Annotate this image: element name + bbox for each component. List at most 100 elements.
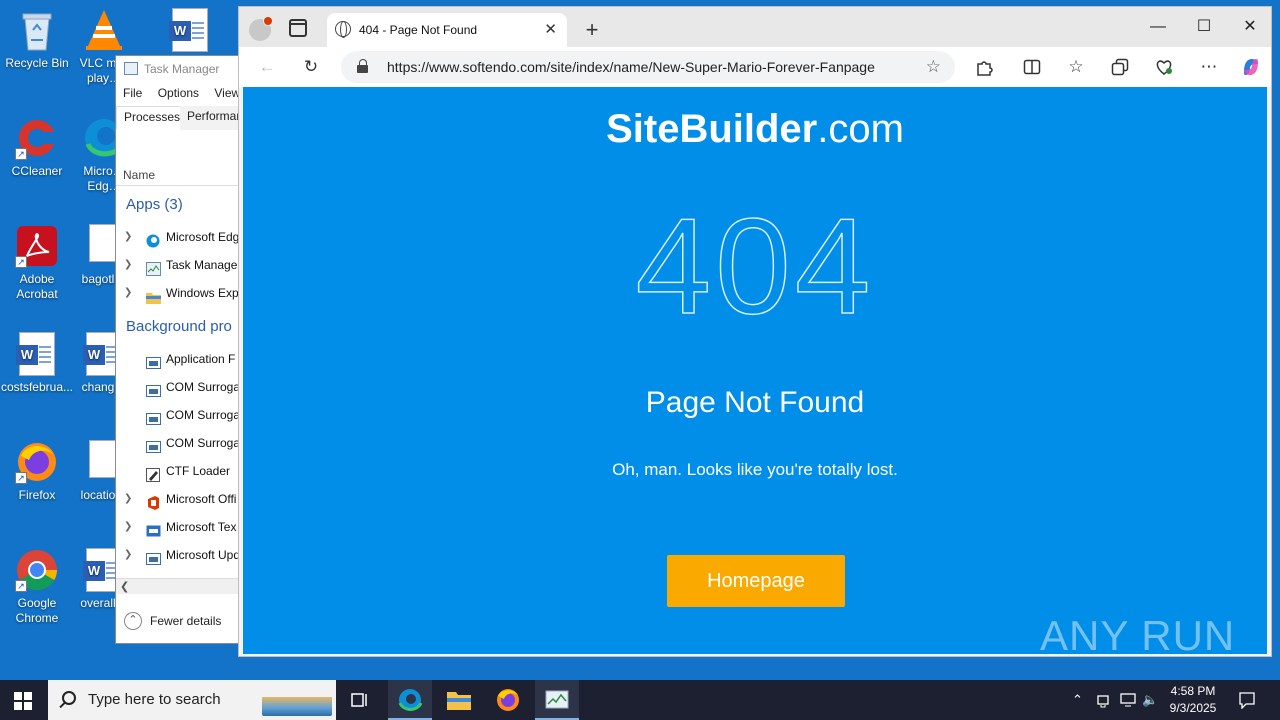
- desktop-icon-adobe-acrobat[interactable]: ↗ Adobe Acrobat: [0, 224, 74, 302]
- chevron-right-icon[interactable]: ❯: [124, 223, 132, 251]
- taskbar: Type here to search ⌃ 🔈 4:58 PM 9/3/2025: [0, 680, 1280, 720]
- process-row[interactable]: ❯ Microsoft Upd: [116, 541, 240, 569]
- process-name: Microsoft Upd: [166, 548, 240, 562]
- process-name: CTF Loader: [166, 464, 231, 478]
- edge-icon: [146, 230, 161, 248]
- desktop-icon-costsfebrua[interactable]: W costsfebrua...: [0, 332, 74, 395]
- desktop-icon-firefox[interactable]: ↗ Firefox: [0, 440, 74, 503]
- tab-performance[interactable]: Performan: [180, 106, 239, 130]
- search-placeholder: Type here to search: [88, 691, 221, 708]
- shortcut-arrow-icon: ↗: [15, 256, 27, 268]
- copilot-icon[interactable]: [1239, 55, 1263, 79]
- chevron-right-icon[interactable]: ❯: [124, 251, 132, 279]
- office-icon: [146, 492, 161, 510]
- process-row[interactable]: COM Surroga: [116, 429, 240, 457]
- url-text[interactable]: https://www.softendo.com/site/index/name…: [387, 51, 875, 83]
- desktop-icon-label: Adobe Acrobat: [16, 272, 58, 301]
- process-row[interactable]: ❯ Microsoft Tex: [116, 513, 239, 541]
- taskbar-search-box[interactable]: Type here to search: [48, 680, 336, 720]
- minimize-button[interactable]: —: [1135, 7, 1181, 47]
- network-tray-icon[interactable]: [1096, 680, 1112, 720]
- process-row[interactable]: Application F: [116, 345, 239, 373]
- favorite-star-icon[interactable]: ☆: [926, 51, 941, 83]
- menu-view[interactable]: View: [214, 86, 239, 100]
- firefox-icon: ↗: [15, 440, 59, 484]
- volume-icon[interactable]: 🔈: [1142, 680, 1158, 720]
- homepage-button[interactable]: Homepage: [667, 555, 845, 607]
- process-row[interactable]: COM Surroga: [116, 401, 240, 429]
- back-icon[interactable]: ←: [255, 55, 279, 79]
- tab-actions-icon[interactable]: [289, 19, 307, 37]
- taskbar-edge-icon[interactable]: [388, 680, 432, 720]
- scroll-left-icon[interactable]: ❮: [120, 579, 129, 595]
- error-message: Oh, man. Looks like you're totally lost.: [612, 460, 898, 479]
- process-name: Application F: [166, 352, 236, 366]
- task-manager-titlebar[interactable]: Task Manager: [116, 56, 239, 82]
- windows-start-icon[interactable]: [14, 692, 32, 710]
- display-tray-icon[interactable]: [1120, 680, 1136, 720]
- favorites-icon[interactable]: ☆: [1064, 55, 1088, 79]
- notifications-icon[interactable]: [1238, 680, 1256, 720]
- pen-edit-icon: [146, 464, 161, 482]
- clock-date: 9/3/2025: [1169, 701, 1217, 715]
- chevron-right-icon[interactable]: ❯: [124, 541, 132, 569]
- process-row[interactable]: ❯ Task Manager: [116, 251, 239, 279]
- task-manager-title: Task Manager: [144, 62, 220, 76]
- maximize-button[interactable]: ☐: [1181, 7, 1227, 47]
- chevron-right-icon[interactable]: ❯: [124, 279, 132, 307]
- brand-domain: .com: [817, 107, 904, 151]
- tab-processes[interactable]: Processes: [116, 106, 189, 130]
- taskbar-file-explorer-icon[interactable]: [437, 680, 481, 720]
- process-name: COM Surroga: [166, 408, 240, 422]
- refresh-icon[interactable]: ↻: [299, 55, 323, 79]
- extensions-icon[interactable]: [972, 55, 996, 79]
- profile-avatar-icon[interactable]: [249, 16, 273, 41]
- browser-window: 404 - Page Not Found ✕ + — ☐ ✕ ← ↻ https…: [238, 6, 1272, 657]
- chevron-right-icon[interactable]: ❯: [124, 485, 132, 513]
- process-row[interactable]: COM Surroga: [116, 373, 239, 401]
- process-row[interactable]: CTF Loader: [116, 457, 239, 485]
- tab-title: 404 - Page Not Found: [359, 23, 478, 37]
- address-bar[interactable]: https://www.softendo.com/site/index/name…: [341, 51, 955, 83]
- desktop-icon-label: Recycle Bin: [5, 56, 69, 70]
- taskbar-clock[interactable]: 4:58 PM 9/3/2025: [1160, 683, 1226, 717]
- close-window-button[interactable]: ✕: [1227, 7, 1273, 47]
- split-screen-icon[interactable]: [1020, 55, 1044, 79]
- process-name: Microsoft Edg: [166, 230, 240, 244]
- taskbar-task-manager-icon[interactable]: [535, 680, 579, 720]
- lock-icon[interactable]: [357, 59, 369, 73]
- process-row[interactable]: ❯ Windows Exp: [116, 279, 239, 307]
- menu-file[interactable]: File: [123, 86, 142, 100]
- column-header-name[interactable]: Name: [116, 164, 239, 186]
- folder-icon: [146, 286, 161, 304]
- desktop-icon-google-chrome[interactable]: ↗ Google Chrome: [0, 548, 74, 626]
- new-tab-button[interactable]: +: [577, 13, 607, 47]
- process-row[interactable]: ❯ Microsoft Offi: [116, 485, 239, 513]
- chevron-right-icon[interactable]: ❯: [124, 513, 132, 541]
- desktop-icon-label: Google Chrome: [15, 596, 59, 625]
- fewer-details-label: Fewer details: [150, 614, 222, 628]
- collections-icon[interactable]: [1108, 55, 1132, 79]
- close-tab-icon[interactable]: ✕: [544, 13, 557, 47]
- menu-options[interactable]: Options: [158, 86, 199, 100]
- taskbar-firefox-icon[interactable]: [486, 680, 530, 720]
- process-row[interactable]: ❯ Microsoft Edg: [116, 223, 240, 251]
- desktop-icon-ccleaner[interactable]: ↗ CCleaner: [0, 116, 74, 179]
- app-window-icon: [146, 380, 161, 397]
- site-logo[interactable]: SiteBuilder.com: [243, 107, 1267, 151]
- tab-strip: 404 - Page Not Found ✕ + — ☐ ✕: [239, 7, 1271, 47]
- horizontal-scrollbar[interactable]: ❮: [116, 578, 239, 595]
- acrobat-icon: ↗: [15, 224, 59, 268]
- task-view-icon[interactable]: [338, 680, 382, 720]
- browser-tab[interactable]: 404 - Page Not Found ✕: [327, 13, 567, 47]
- show-hidden-icons-chevron-up-icon[interactable]: ⌃: [1072, 680, 1083, 720]
- browser-essentials-icon[interactable]: [1152, 55, 1176, 79]
- desktop-icon-word-doc-top[interactable]: W: [160, 8, 220, 56]
- more-options-icon[interactable]: ⋯: [1197, 55, 1221, 79]
- desktop-icon-recycle-bin[interactable]: Recycle Bin: [0, 8, 74, 71]
- app-window-icon: [146, 436, 161, 453]
- fewer-details-button[interactable]: ⌃ Fewer details: [116, 608, 239, 634]
- vlc-icon: [82, 8, 126, 52]
- chrome-icon: ↗: [15, 548, 59, 592]
- process-name: COM Surroga: [166, 436, 240, 450]
